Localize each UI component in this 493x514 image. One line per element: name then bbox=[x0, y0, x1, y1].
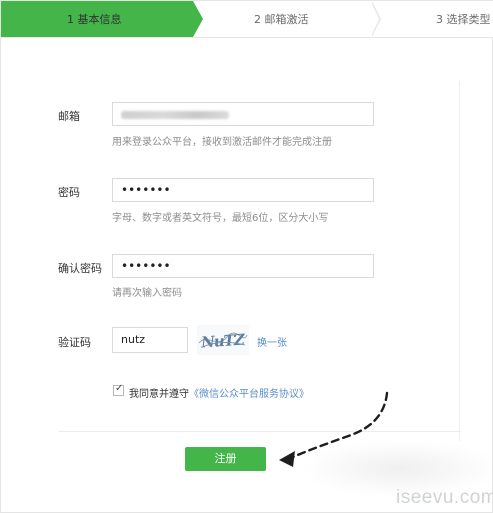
step-basic-info-label: 1 基本信息 bbox=[67, 13, 122, 26]
password-hint: 字母、数字或者英文符号，最短6位，区分大小写 bbox=[112, 213, 329, 224]
confirm-password-value: ••••••• bbox=[121, 259, 171, 273]
agreement-text: 我同意并遵守《微信公众平台服务协议》 bbox=[129, 385, 309, 400]
password-field[interactable]: ••••••• bbox=[112, 178, 374, 202]
step-progress: 1 基本信息 2 邮箱激活 3 选择类型 bbox=[1, 1, 493, 38]
step-basic-info: 1 基本信息 bbox=[1, 1, 203, 37]
confirm-password-hint: 请再次输入密码 bbox=[112, 288, 182, 299]
step-email-activation: 2 邮箱激活 bbox=[254, 13, 309, 26]
watermark: iseevu.com bbox=[396, 487, 493, 508]
captcha-image-text: NuTZ bbox=[199, 330, 246, 351]
captcha-image[interactable]: NuTZ bbox=[197, 325, 249, 355]
password-value: ••••••• bbox=[121, 183, 171, 197]
confirm-password-label: 确认密码 bbox=[58, 262, 102, 275]
step-separator bbox=[371, 1, 381, 37]
email-value-blurred bbox=[121, 111, 229, 119]
agreement-prefix: 我同意并遵守 bbox=[129, 389, 189, 400]
email-label: 邮箱 bbox=[58, 110, 80, 123]
registration-page: 1 基本信息 2 邮箱激活 3 选择类型 邮箱 用来登录公众平台，接收到激活邮件… bbox=[0, 0, 493, 513]
agreement-checkbox[interactable]: ✓ bbox=[113, 383, 124, 396]
agreement-link[interactable]: 《微信公众平台服务协议》 bbox=[189, 389, 309, 400]
register-button[interactable]: 注册 bbox=[185, 447, 266, 471]
captcha-graphic: NuTZ bbox=[198, 330, 248, 352]
form-divider bbox=[58, 431, 461, 432]
step-select-type: 3 选择类型 bbox=[436, 13, 491, 26]
captcha-input[interactable]: nutz bbox=[112, 327, 188, 353]
password-label: 密码 bbox=[58, 186, 80, 199]
email-hint: 用来登录公众平台，接收到激活邮件才能完成注册 bbox=[112, 137, 332, 148]
scroll-rail bbox=[459, 81, 460, 441]
email-field[interactable] bbox=[112, 102, 374, 126]
captcha-label: 验证码 bbox=[58, 336, 91, 349]
confirm-password-field[interactable]: ••••••• bbox=[112, 254, 374, 278]
check-icon: ✓ bbox=[115, 383, 124, 394]
captcha-value: nutz bbox=[121, 333, 146, 346]
captcha-refresh-link[interactable]: 换一张 bbox=[257, 334, 287, 349]
